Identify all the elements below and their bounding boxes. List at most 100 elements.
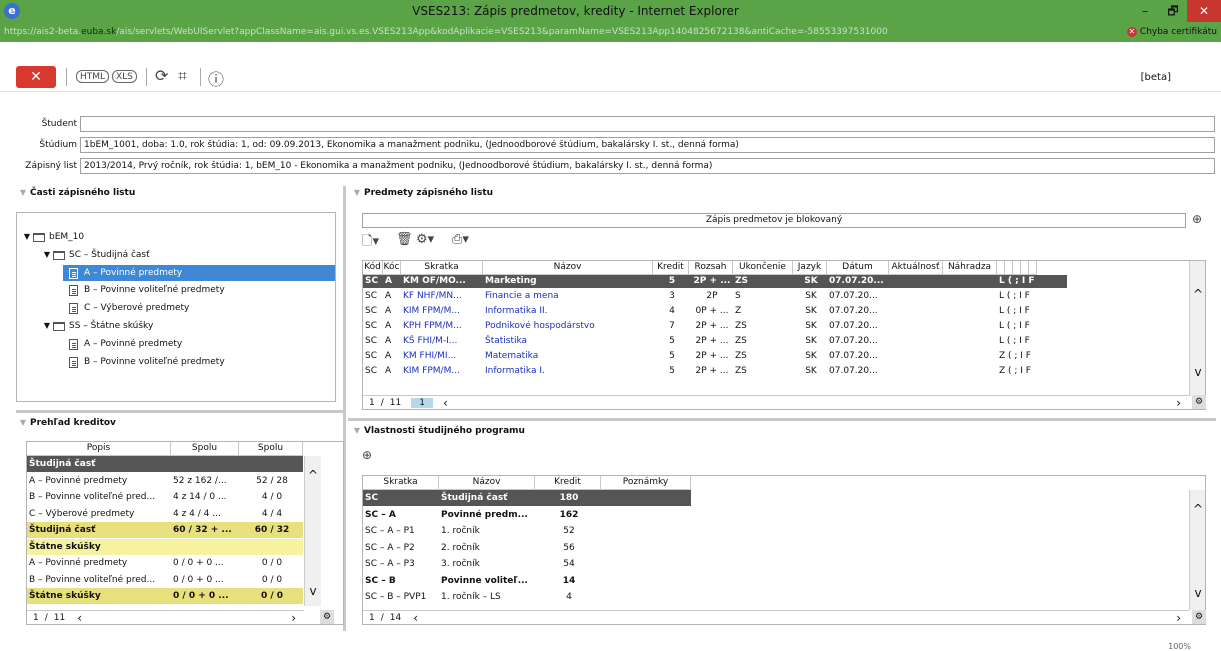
table-row[interactable]: SC A KM OF/MO... Marketing 5 2P + ... ZS SK 07.0… — [363, 275, 1189, 288]
col-header[interactable]: Spolu — [171, 442, 239, 456]
table-row[interactable]: SC – B – PVP1 1. ročník – LS 4 — [363, 589, 723, 602]
certificate-error[interactable]: ✕ Chyba certifikátu — [1126, 27, 1221, 37]
table-row[interactable]: SC – A – P2 2. ročník 56 — [363, 540, 723, 553]
col-header[interactable]: Kód — [363, 261, 383, 275]
col-header[interactable]: Ukončenie — [733, 261, 793, 275]
table-row[interactable]: SC – A – P1 1. ročník 52 — [363, 523, 723, 536]
col-header-extra[interactable] — [1013, 261, 1021, 275]
tree-node-sc-b[interactable]: B – Povinne voliteľné predmety — [69, 282, 225, 298]
table-row[interactable]: SC A KF NHF/MN... Financie a mena 3 2P S SK 07.0… — [363, 290, 1189, 303]
scroll-up-icon[interactable]: ^ — [1190, 502, 1205, 516]
col-header[interactable]: Aktuálnosť — [889, 261, 943, 275]
window-close-button[interactable]: ✕ — [1187, 0, 1221, 22]
kredity-panel-header[interactable]: ▼ Prehľad kreditov — [16, 416, 116, 430]
vlastnosti-scrollbar[interactable]: ^ v — [1189, 490, 1205, 610]
col-header[interactable]: Spolu — [239, 442, 303, 456]
close-app-button[interactable]: ✕ — [16, 66, 56, 88]
tree-node-ss[interactable]: ▼ SS – Štátne skúšky — [41, 318, 153, 334]
left-horizontal-splitter[interactable] — [16, 410, 343, 413]
collapse-icon[interactable]: ▼ — [350, 424, 364, 438]
table-row[interactable]: SC – A – P3 3. ročník 54 — [363, 556, 723, 569]
scroll-left-icon[interactable]: ‹ — [443, 396, 448, 410]
predmety-scrollbar[interactable]: ^ v — [1189, 261, 1205, 396]
restore-button[interactable]: 🗗 — [1159, 0, 1187, 22]
col-header[interactable]: Kredit — [653, 261, 689, 275]
scroll-down-icon[interactable]: v — [1190, 586, 1205, 600]
table-row[interactable]: SC A KM FHI/MI... Matematika 5 2P + ... ZS SK 07… — [363, 350, 1189, 363]
table-row[interactable]: Štátne skúšky — [27, 538, 304, 555]
export-xls-button[interactable]: XLS — [112, 70, 137, 83]
table-row[interactable]: C – Výberové predmety 4 z 4 / 4 ... 4 / 4 — [27, 506, 304, 519]
delete-icon[interactable]: 🗑 — [396, 232, 413, 247]
expand-arrow-icon[interactable]: ▼ — [41, 247, 53, 263]
expand-arrow-icon[interactable]: ▼ — [21, 229, 33, 245]
tree-node-ss-b[interactable]: B – Povinne voliteľné predmety — [69, 354, 225, 370]
zoom-in-icon[interactable]: ⊕ — [1192, 212, 1202, 226]
table-row[interactable]: A – Povinné predmety 0 / 0 + 0 ... 0 / 0 — [27, 555, 304, 568]
col-header[interactable]: Kredit — [535, 476, 601, 490]
col-header[interactable]: Názov — [439, 476, 535, 490]
tree-node-root[interactable]: ▼ bEM_10 — [21, 229, 84, 245]
col-header[interactable]: Jazyk — [793, 261, 827, 275]
pager-page[interactable]: 1 — [363, 398, 381, 408]
scroll-right-icon[interactable]: › — [1176, 611, 1189, 625]
scroll-up-icon[interactable]: ^ — [1190, 287, 1205, 301]
scroll-down-icon[interactable]: v — [305, 584, 321, 598]
tree-node-sc[interactable]: ▼ SC – Študijná časť — [41, 247, 150, 263]
scroll-up-icon[interactable]: ^ — [305, 468, 321, 482]
table-row[interactable]: SC – B Povinne voliteľ... 14 — [363, 573, 723, 586]
table-row[interactable]: A – Povinné predmety 52 z 162 /... 52 / 28 — [27, 473, 304, 486]
table-row[interactable]: SC – A Povinné predm... 162 — [363, 507, 723, 520]
col-header[interactable]: Skratka — [401, 261, 483, 275]
table-row[interactable]: Študijná časť 60 / 32 + ... 60 / 32 — [27, 522, 304, 538]
collapse-icon[interactable]: ▼ — [350, 186, 364, 200]
vlastnosti-panel-header[interactable]: ▼ Vlastnosti študijného programu — [350, 424, 525, 438]
print-icon[interactable]: ⎙▾ — [452, 232, 469, 247]
kredity-scrollbar[interactable]: ^ v — [304, 456, 321, 606]
zoom-in-icon[interactable]: ⊕ — [362, 448, 372, 462]
right-horizontal-splitter[interactable] — [348, 418, 1216, 421]
table-row[interactable]: SC A KPH FPM/M... Podnikové hospodárstvo 7 2P… — [363, 320, 1189, 333]
collapse-icon[interactable]: ▼ — [16, 186, 30, 200]
address-bar[interactable]: https://ais2-beta.euba.sk/ais/servlets/W… — [0, 22, 1221, 42]
col-header[interactable]: Názov — [483, 261, 653, 275]
table-row[interactable]: Štátne skúšky 0 / 0 + 0 ... 0 / 0 — [27, 588, 304, 604]
col-header-extra[interactable] — [997, 261, 1005, 275]
col-header[interactable]: Popis — [27, 442, 171, 456]
table-row[interactable]: B – Povinne voliteľné pred... 4 z 14 / 0 … — [27, 489, 304, 502]
scroll-left-icon[interactable]: ‹ — [413, 611, 418, 625]
predmety-panel-header[interactable]: ▼ Predmety zápisného listu — [350, 186, 493, 200]
col-header[interactable]: Rozsah — [689, 261, 733, 275]
col-header[interactable]: Poznámky — [601, 476, 691, 490]
pager-page[interactable]: 1 — [27, 613, 45, 623]
tree-view-icon[interactable]: ⌗ — [178, 66, 187, 86]
table-row[interactable]: B – Povinne voliteľné pred... 0 / 0 + 0 .… — [27, 572, 304, 585]
table-row[interactable]: SC A KIM FPM/M... Informatika II. 4 0P + ... Z… — [363, 305, 1189, 318]
scroll-right-icon[interactable]: › — [1176, 396, 1189, 410]
tree-node-sc-a[interactable]: A – Povinné predmety — [63, 265, 335, 281]
url-text[interactable]: https://ais2-beta.euba.sk/ais/servlets/W… — [4, 27, 1127, 37]
scroll-left-icon[interactable]: ‹ — [77, 611, 82, 625]
table-row[interactable]: SC A KŠ FHI/M-I... Štatistika 5 2P + ... ZS SK 0… — [363, 335, 1189, 348]
table-row[interactable]: SC Študijná časť 180 — [363, 490, 723, 506]
col-header-extra[interactable] — [1005, 261, 1013, 275]
col-header[interactable]: Kóc — [383, 261, 401, 275]
tree-node-sc-c[interactable]: C – Výberové predmety — [69, 300, 189, 316]
col-header[interactable]: Náhradza — [943, 261, 997, 275]
minimize-button[interactable]: – — [1131, 0, 1159, 22]
col-header-extra[interactable] — [1029, 261, 1037, 275]
col-header[interactable]: Dátum — [827, 261, 889, 275]
casti-panel-header[interactable]: ▼ Časti zápisného listu — [16, 186, 135, 200]
run-icon[interactable]: ⚙▾ — [416, 232, 434, 247]
refresh-icon[interactable]: ⟳ — [155, 66, 168, 85]
pager-current[interactable]: 1 — [411, 397, 433, 408]
pager-page[interactable]: 1 — [363, 613, 381, 623]
info-icon[interactable]: ⓘ — [208, 66, 224, 90]
scroll-right-icon[interactable]: › — [291, 611, 304, 625]
collapse-icon[interactable]: ▼ — [16, 416, 30, 430]
new-row-icon[interactable]: 🗋▾ — [362, 232, 379, 254]
expand-arrow-icon[interactable]: ▼ — [41, 318, 53, 334]
export-html-button[interactable]: HTML — [76, 70, 110, 83]
table-row[interactable]: Študijná časť — [27, 456, 304, 472]
grid-settings-icon[interactable]: ⚙ — [1192, 610, 1206, 624]
